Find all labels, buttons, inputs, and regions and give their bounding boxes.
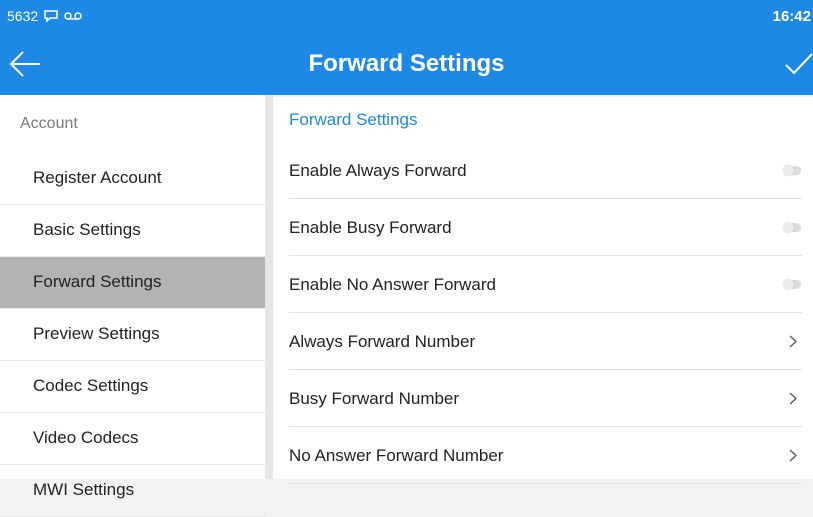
chevron-right-icon xyxy=(789,335,797,348)
no-answer-forward-number-row[interactable]: No Answer Forward Number xyxy=(289,427,802,484)
status-time: 16:42 xyxy=(772,8,811,25)
chevron-right-icon xyxy=(789,449,797,462)
sidebar-section-label: Account xyxy=(20,115,78,132)
row-label: Enable Always Forward xyxy=(289,161,467,180)
toggle-thumb xyxy=(783,222,794,233)
sidebar-item-basic-settings[interactable]: Basic Settings xyxy=(0,205,265,257)
sidebar-item-mwi-settings[interactable]: MWI Settings xyxy=(0,465,265,517)
status-left-text: 5632 xyxy=(7,8,39,24)
sidebar-item-video-codecs[interactable]: Video Codecs xyxy=(0,413,265,465)
enable-no-answer-forward-row[interactable]: Enable No Answer Forward xyxy=(289,256,802,313)
settings-panel: Forward Settings Enable Always Forward E… xyxy=(273,97,813,484)
status-left: 5632 xyxy=(7,8,82,24)
sidebar-item-codec-settings[interactable]: Codec Settings xyxy=(0,361,265,413)
enable-always-forward-toggle[interactable] xyxy=(783,165,802,176)
sidebar: Account Register Account Basic Settings … xyxy=(0,95,265,517)
toggle-thumb xyxy=(783,165,794,176)
row-label: No Answer Forward Number xyxy=(289,446,504,465)
enable-always-forward-row[interactable]: Enable Always Forward xyxy=(289,142,802,199)
busy-forward-number-row[interactable]: Busy Forward Number xyxy=(289,370,802,427)
panel-divider xyxy=(265,95,273,479)
row-label: Enable No Answer Forward xyxy=(289,275,496,294)
sidebar-item-preview-settings[interactable]: Preview Settings xyxy=(0,309,265,361)
toggle-thumb xyxy=(783,279,794,290)
enable-busy-forward-toggle[interactable] xyxy=(783,222,802,233)
check-icon[interactable] xyxy=(783,49,813,79)
arrow-left-icon[interactable] xyxy=(8,49,42,79)
row-label: Busy Forward Number xyxy=(289,389,460,408)
message-icon xyxy=(44,10,58,22)
always-forward-number-row[interactable]: Always Forward Number xyxy=(289,313,802,370)
page-title: Forward Settings xyxy=(308,50,505,77)
voicemail-icon xyxy=(64,12,82,20)
enable-no-answer-forward-toggle[interactable] xyxy=(783,279,802,290)
status-bar: 5632 16:42 xyxy=(0,0,813,33)
chevron-right-icon xyxy=(789,392,797,405)
row-label: Always Forward Number xyxy=(289,332,476,351)
row-label: Enable Busy Forward xyxy=(289,218,452,237)
section-header: Forward Settings xyxy=(289,110,418,129)
app-bar: Forward Settings xyxy=(0,33,813,95)
sidebar-item-forward-settings[interactable]: Forward Settings xyxy=(0,257,265,309)
enable-busy-forward-row[interactable]: Enable Busy Forward xyxy=(289,199,802,256)
sidebar-item-register-account[interactable]: Register Account xyxy=(0,153,265,205)
